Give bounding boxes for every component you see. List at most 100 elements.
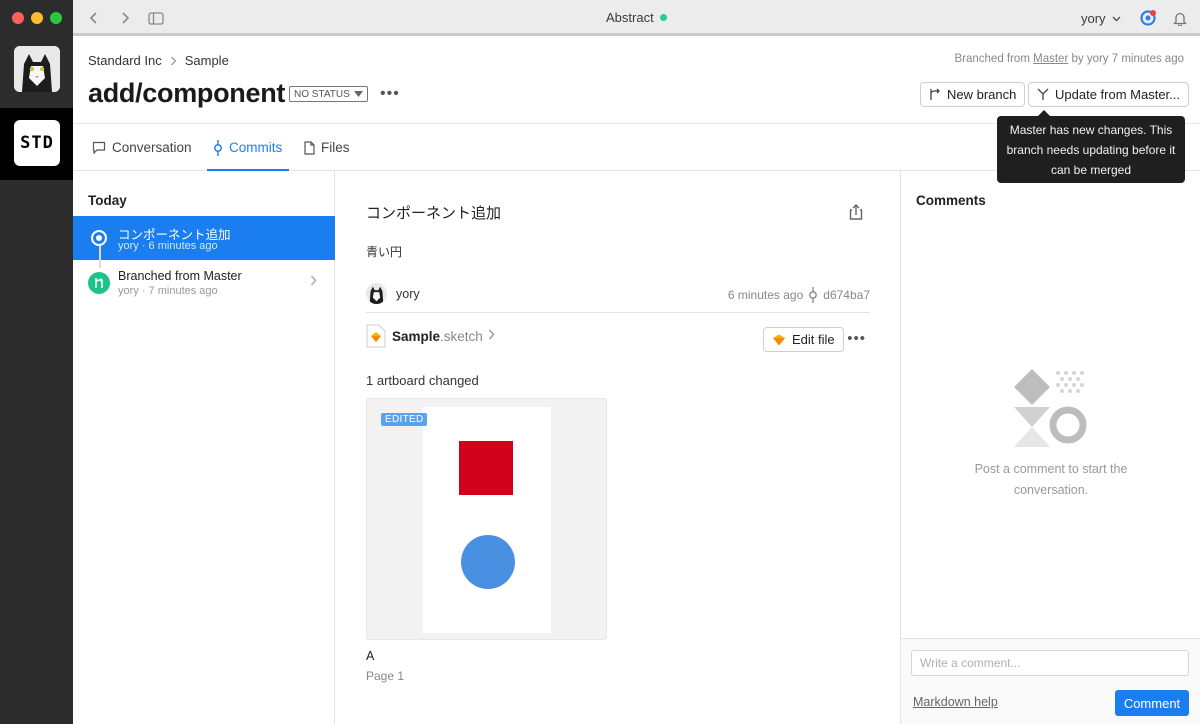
update-from-master-button[interactable]: Update from Master... [1028,82,1189,107]
edited-badge: EDITED [381,413,428,426]
breadcrumb-org[interactable]: Standard Inc [88,53,162,68]
commit-subtitle: yory · 7 minutes ago [118,285,218,297]
tab-conversation[interactable]: Conversation [92,124,192,171]
share-icon [849,204,863,220]
commit-detail: コンポーネント追加 青い円 yory 6 minutes ago d674ba7… [336,171,900,724]
new-branch-label: New branch [947,87,1017,102]
file-icon [304,140,315,155]
tab-commits[interactable]: Commits [206,124,290,171]
artboard-thumbnail[interactable]: EDITED [366,398,607,640]
commit-sha[interactable]: d674ba7 [823,288,870,302]
share-button[interactable] [849,204,863,223]
file-extension: .sketch [440,329,483,344]
merge-icon [1037,88,1049,100]
branch-title: add/component [88,78,286,108]
commit-icon [214,139,222,156]
chevron-left-icon [89,12,97,24]
close-window-button[interactable] [12,12,24,24]
organization-switcher[interactable]: STD [0,108,73,180]
author-avatar [366,283,387,304]
tab-files[interactable]: Files [304,124,350,171]
changed-file-row: Sample.sketch Edit file ••• [366,324,870,358]
commit-icon [809,287,818,303]
update-tooltip: Master has new changes. This branch need… [997,110,1185,183]
sidebar-toggle-button[interactable] [147,9,165,27]
commit-description: 青い円 [366,245,403,259]
branch-merge-icon [88,272,110,294]
commit-detail-title: コンポーネント追加 [366,205,502,222]
red-square-shape [459,441,513,495]
tab-conversation-label: Conversation [112,140,192,155]
comments-panel: Comments Post a comment to start the con… [900,171,1200,724]
bell-icon [1173,12,1187,26]
artboards-changed-label: 1 artboard changed [366,373,479,388]
new-branch-button[interactable]: New branch [920,82,1026,107]
zoom-window-button[interactable] [50,12,62,24]
commit-title: Branched from Master [118,269,242,283]
app-title-text: Abstract [606,10,654,25]
artboard-page: Page 1 [366,669,405,683]
minimize-window-button[interactable] [31,12,43,24]
file-basename: Sample [392,329,441,344]
edit-file-label: Edit file [792,332,835,347]
commit-subtitle: yory · 6 minutes ago [118,240,218,252]
branched-meta-suffix: by yory 7 minutes ago [1071,53,1184,65]
artboard-name: A [366,649,375,663]
update-from-master-label: Update from Master... [1055,87,1180,102]
user-menu-name: yory [1081,11,1106,26]
user-avatar[interactable] [14,46,60,92]
user-menu[interactable]: yory [1081,11,1121,26]
branched-meta-prefix: Branched from [954,53,1030,65]
commit-group-label: Today [88,193,127,208]
branch-more-button[interactable]: ••• [380,85,400,103]
branch-icon [930,88,940,100]
markdown-help-link[interactable]: Markdown help [913,695,998,709]
commit-author-row: yory 6 minutes ago d674ba7 [366,281,870,313]
commits-list: Today コンポーネント追加 yory · 6 minutes ago Bra… [73,171,335,724]
status-dropdown[interactable]: NO STATUS [289,86,368,102]
notifications-button[interactable] [1171,9,1189,27]
chevron-right-icon [170,56,177,65]
comment-submit-button[interactable]: Comment [1115,690,1189,716]
caret-down-icon [353,91,363,97]
breadcrumb-project[interactable]: Sample [185,53,229,68]
sketch-icon [773,334,785,345]
commit-node-icon [91,230,107,246]
sync-status-button[interactable] [1139,9,1157,27]
online-status-dot [659,14,667,21]
chevron-right-icon [310,275,317,286]
commit-time: 6 minutes ago [727,288,804,302]
file-name[interactable]: Sample.sketch [392,329,483,344]
branched-meta: Branched from Master by yory 7 minutes a… [954,53,1184,65]
left-rail: STD [0,0,73,724]
commit-row-selected[interactable]: コンポーネント追加 yory · 6 minutes ago [73,216,335,260]
file-more-button[interactable]: ••• [847,330,866,347]
commit-row[interactable]: Branched from Master yory · 7 minutes ag… [73,261,335,305]
comment-composer: Markdown help Comment [901,638,1200,724]
parent-branch-link[interactable]: Master [1033,53,1068,65]
window-controls [12,12,62,24]
branch-header: Standard Inc Sample Branched from Master… [73,36,1200,124]
chevron-right-icon [488,329,495,340]
comment-input[interactable] [911,650,1189,676]
author-name: yory [396,287,420,301]
status-dropdown-label: NO STATUS [294,88,350,100]
back-button[interactable] [85,9,103,27]
title-bar: Abstract yory [73,0,1200,36]
chevron-right-icon [122,12,130,24]
edit-file-button[interactable]: Edit file [763,327,844,352]
artboard-canvas [423,407,551,633]
empty-comments-icon [1014,369,1087,447]
sync-icon [1140,10,1156,26]
blue-circle-shape [461,535,515,589]
sidebar-icon [148,11,164,25]
org-logo: STD [14,120,60,166]
commit-meta: 6 minutes ago d674ba7 [728,287,870,303]
forward-button[interactable] [116,9,134,27]
tab-commits-label: Commits [229,140,283,155]
comments-title: Comments [916,193,986,208]
chevron-down-icon [1112,16,1121,21]
breadcrumb: Standard Inc Sample [88,53,229,68]
chat-bubble-icon [92,141,106,154]
app-title: Abstract [606,10,667,25]
